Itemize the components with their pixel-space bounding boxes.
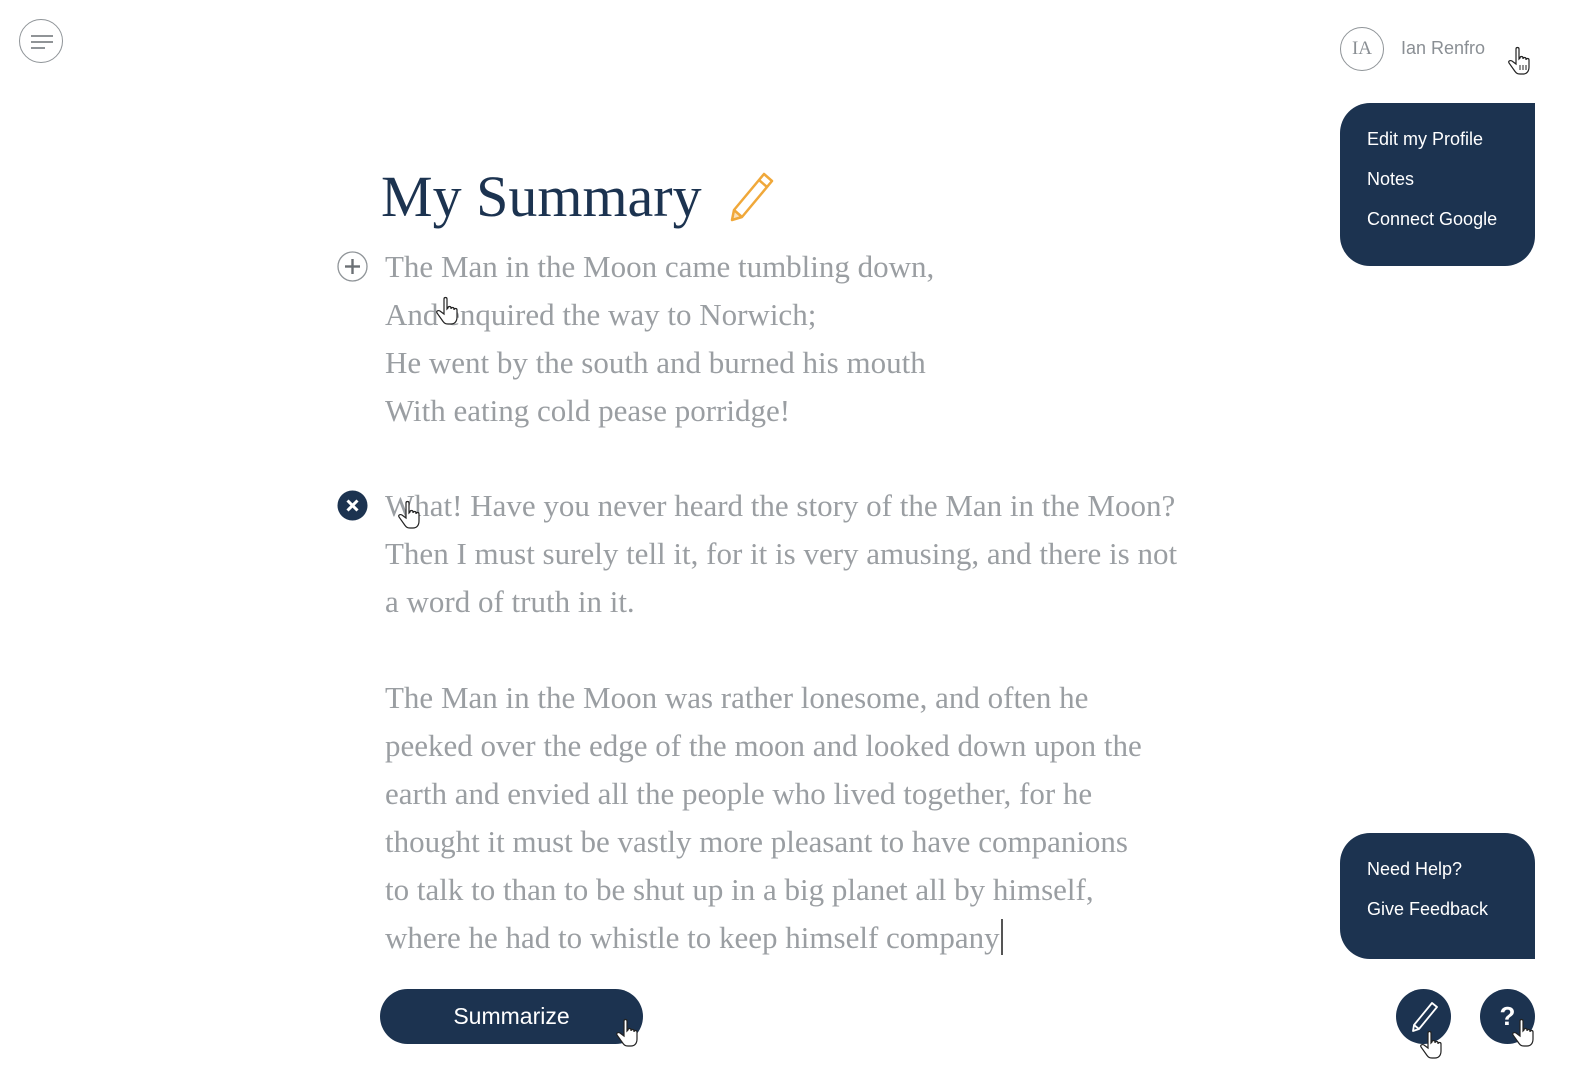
hand-cursor-icon <box>616 1018 638 1047</box>
main-menu-button[interactable] <box>19 19 63 63</box>
help-menu: Need Help? Give Feedback <box>1340 833 1535 959</box>
summary-paragraph-editing[interactable]: The Man in the Moon was rather lonesome,… <box>385 674 1142 962</box>
hand-cursor-icon <box>1508 46 1530 75</box>
plus-circle-icon[interactable] <box>337 251 368 282</box>
text-caret <box>1000 919 1003 955</box>
menu-item-notes[interactable]: Notes <box>1367 159 1535 199</box>
user-dropdown-menu: Edit my Profile Notes Connect Google <box>1340 103 1535 266</box>
close-circle-icon[interactable] <box>337 490 368 521</box>
paragraph-text: The Man in the Moon was rather lonesome,… <box>385 680 1142 955</box>
hand-cursor-icon <box>398 500 420 529</box>
summary-paragraph[interactable]: What! Have you never heard the story of … <box>385 482 1177 626</box>
hamburger-menu-icon <box>31 35 53 49</box>
hand-cursor-icon <box>1512 1018 1534 1047</box>
hand-cursor-icon <box>436 296 458 325</box>
pencil-icon <box>1411 1001 1438 1032</box>
summarize-button[interactable]: Summarize <box>380 989 643 1044</box>
menu-item-edit-profile[interactable]: Edit my Profile <box>1367 119 1535 159</box>
avatar[interactable]: IA <box>1340 27 1384 71</box>
menu-item-give-feedback[interactable]: Give Feedback <box>1367 889 1535 929</box>
user-name[interactable]: Ian Renfro <box>1401 38 1485 59</box>
summary-paragraph[interactable]: The Man in the Moon came tumbling down, … <box>385 243 934 435</box>
pencil-icon[interactable] <box>726 170 776 224</box>
menu-item-connect-google[interactable]: Connect Google <box>1367 199 1535 239</box>
hand-cursor-icon <box>1420 1030 1442 1059</box>
menu-item-need-help[interactable]: Need Help? <box>1367 849 1535 889</box>
page-title: My Summary <box>381 164 702 229</box>
